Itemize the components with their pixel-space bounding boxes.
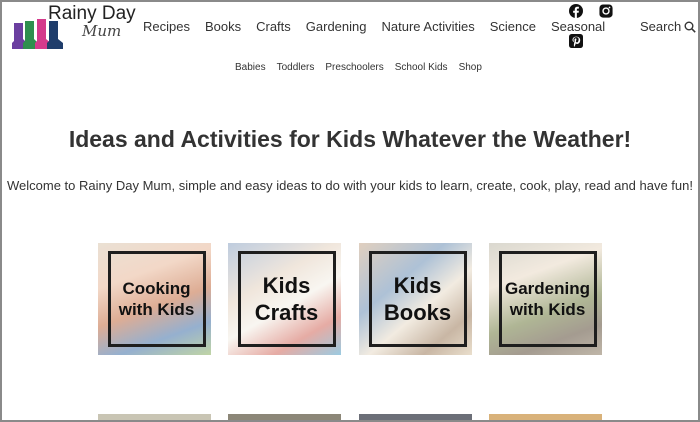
nav-crafts[interactable]: Crafts xyxy=(256,19,291,34)
main-nav: Recipes Books Crafts Gardening Nature Ac… xyxy=(143,19,605,34)
category-tile-peek[interactable] xyxy=(489,414,602,422)
tile-label: Cooking with Kids xyxy=(118,278,195,319)
search-button[interactable]: Search xyxy=(640,19,696,34)
nav-science[interactable]: Science xyxy=(490,19,536,34)
category-tile-gardening[interactable]: Gardening with Kids xyxy=(489,243,602,355)
nav-gardening[interactable]: Gardening xyxy=(306,19,367,34)
nav-school-kids[interactable]: School Kids xyxy=(395,62,448,73)
tile-label: Gardening with Kids xyxy=(504,278,590,319)
tile-label: Kids Crafts xyxy=(254,272,319,326)
site-logo[interactable]: Rainy Day Mum xyxy=(10,3,136,49)
category-tile-peek[interactable] xyxy=(228,414,341,422)
nav-books[interactable]: Books xyxy=(205,19,241,34)
nav-toddlers[interactable]: Toddlers xyxy=(277,62,315,73)
category-tile-cooking[interactable]: Cooking with Kids xyxy=(98,243,211,355)
instagram-icon[interactable] xyxy=(599,4,613,18)
facebook-icon[interactable] xyxy=(569,4,583,18)
category-tile-peek[interactable] xyxy=(359,414,472,422)
nav-nature-activities[interactable]: Nature Activities xyxy=(382,19,475,34)
category-tile-peek[interactable] xyxy=(98,414,211,422)
pinterest-icon[interactable] xyxy=(569,34,583,48)
search-icon xyxy=(684,21,696,33)
tile-label: Kids Books xyxy=(383,272,452,326)
nav-preschoolers[interactable]: Preschoolers xyxy=(325,62,383,73)
nav-babies[interactable]: Babies xyxy=(235,62,266,73)
page-title: Ideas and Activities for Kids Whatever t… xyxy=(68,126,632,152)
nav-recipes[interactable]: Recipes xyxy=(143,19,190,34)
logo-subtitle: Mum xyxy=(82,22,122,40)
intro-text: Welcome to Rainy Day Mum, simple and eas… xyxy=(7,178,693,193)
search-label: Search xyxy=(640,19,682,34)
nav-shop[interactable]: Shop xyxy=(459,62,482,73)
age-nav: Babies Toddlers Preschoolers School Kids… xyxy=(235,62,493,73)
category-tile-crafts[interactable]: Kids Crafts xyxy=(228,243,341,355)
nav-seasonal[interactable]: Seasonal xyxy=(551,19,605,34)
category-tile-books[interactable]: Kids Books xyxy=(359,243,472,355)
